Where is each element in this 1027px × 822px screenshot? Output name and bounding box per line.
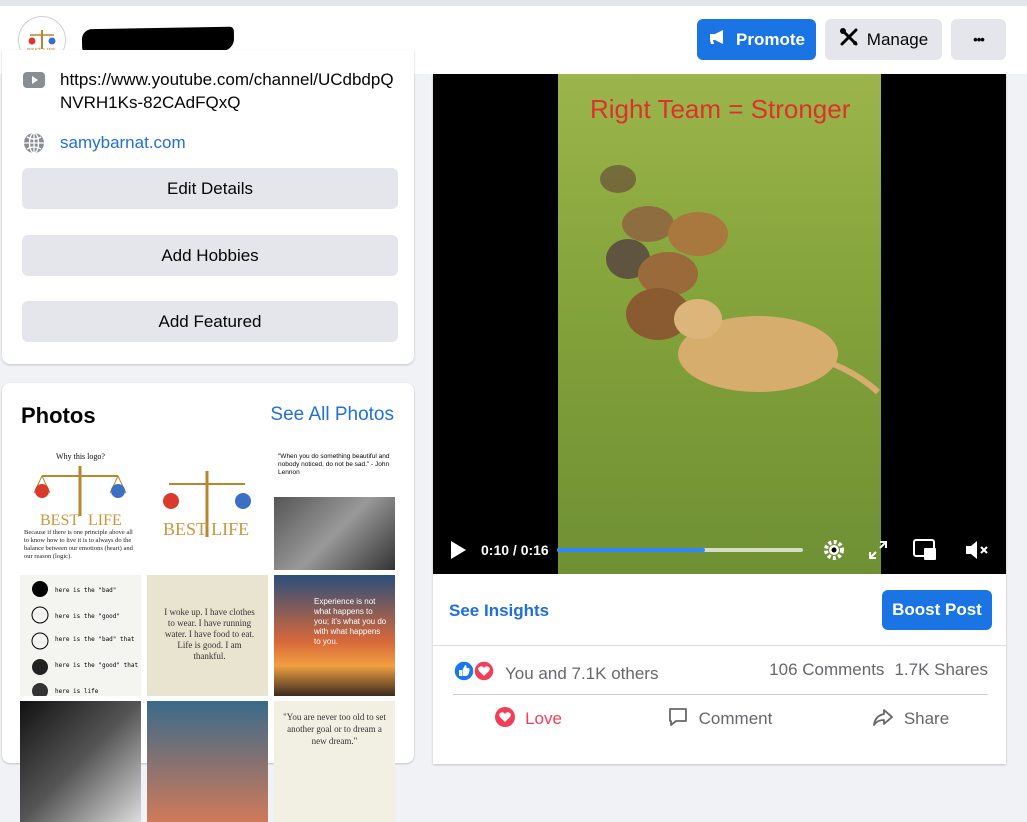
svg-text:here is the "bad" that: here is the "bad" that — [55, 636, 135, 643]
photo-thumb[interactable]: Why this logo? BEST LIFE Because if ther… — [20, 449, 141, 570]
see-insights-link[interactable]: See Insights — [449, 601, 549, 621]
thumb-caption: "When you do something beautiful and nob… — [278, 453, 390, 476]
thumb-line-text: here is the "bad" — [55, 587, 116, 594]
video-player[interactable]: Right Team = Stronger 0:10 / 0:16 — [433, 74, 1006, 574]
edit-details-button[interactable]: Edit Details — [22, 168, 398, 209]
globe-icon — [22, 131, 46, 155]
thumb-caption: I woke up. I have clothes to wear. I hav… — [164, 607, 255, 661]
comment-label: Comment — [698, 709, 773, 728]
add-hobbies-button[interactable]: Add Hobbies — [22, 235, 398, 276]
settings-gear-icon[interactable] — [822, 538, 846, 567]
video-time: 0:10 / 0:16 — [481, 542, 549, 558]
post-card: Right Team = Stronger 0:10 / 0:16 See In… — [433, 74, 1006, 764]
thumb-caption: "You are never too old to set another go… — [283, 712, 386, 746]
add-featured-button[interactable]: Add Featured — [22, 301, 398, 342]
photo-thumb[interactable]: "You are never too old to set another go… — [274, 701, 395, 822]
manage-label: Manage — [866, 29, 929, 49]
video-overlay-text: Right Team = Stronger — [590, 94, 851, 124]
more-options-button[interactable]: ••• — [951, 19, 1006, 60]
video-frame — [558, 74, 881, 574]
insights-bar: See Insights Boost Post — [433, 574, 1006, 646]
portrait-image — [274, 497, 395, 570]
thumb-caption: Why this logo? — [56, 452, 105, 461]
youtube-link-row: https://www.youtube.com/channel/UCdbdpQN… — [22, 68, 400, 114]
manage-button[interactable]: Manage — [825, 19, 942, 60]
like-love-reaction-icons — [453, 660, 497, 687]
thumb-caption: Experience is not what happens to you; i… — [314, 597, 387, 646]
share-arrow-icon — [872, 706, 894, 733]
youtube-url[interactable]: https://www.youtube.com/channel/UCdbdpQN… — [60, 68, 400, 114]
video-progress-bar[interactable] — [557, 548, 803, 552]
more-icon: ••• — [973, 32, 985, 47]
yin-yang-image: here is the "bad" here is the "good" her… — [31, 581, 138, 696]
promote-button[interactable]: Promote — [697, 19, 816, 60]
photo-thumb[interactable] — [147, 701, 268, 822]
thumb-logo-text: BEST LIFE — [163, 519, 249, 539]
svg-text:BEST: BEST — [40, 512, 79, 529]
reactions-bar: You and 7.1K others 106 Comments 1.7K Sh… — [433, 646, 1006, 694]
photo-thumb[interactable]: I woke up. I have clothes to wear. I hav… — [147, 575, 268, 696]
fullscreen-icon[interactable] — [868, 540, 888, 565]
photo-thumb[interactable] — [20, 701, 141, 822]
tools-icon — [839, 27, 859, 52]
see-all-photos-link[interactable]: See All Photos — [270, 404, 394, 426]
mute-icon[interactable] — [963, 538, 989, 567]
love-button[interactable]: Love — [433, 698, 624, 740]
youtube-icon — [22, 68, 46, 92]
website-link[interactable]: samybarnat.com — [60, 131, 186, 154]
love-label: Love — [525, 709, 562, 728]
boost-post-button[interactable]: Boost Post — [882, 590, 992, 630]
svg-text:here is the "good" that: here is the "good" that — [55, 662, 138, 669]
svg-text:LIFE: LIFE — [88, 512, 122, 529]
share-label: Share — [903, 709, 950, 728]
megaphone-icon — [708, 28, 728, 51]
website-row: samybarnat.com — [22, 131, 186, 155]
thumb-body-text: Because if there is one principle above … — [24, 529, 133, 560]
heart-icon — [495, 706, 516, 732]
post-actions: Love Comment Share — [433, 698, 1006, 740]
divider — [453, 694, 988, 695]
best-life-logo-image: BEST LIFE — [163, 471, 251, 539]
comment-button[interactable]: Comment — [624, 698, 815, 740]
svg-text:here is life: here is life — [55, 688, 99, 695]
photos-card: Photos See All Photos Why this logo? BES… — [2, 383, 414, 822]
reactions-summary[interactable]: You and 7.1K others — [453, 660, 658, 687]
photo-thumb[interactable]: here is the "bad" here is the "good" her… — [20, 575, 141, 696]
intro-card: https://www.youtube.com/channel/UCdbdpQN… — [2, 50, 414, 364]
comments-count[interactable]: 106 Comments — [769, 660, 884, 680]
video-progress-fill — [557, 548, 705, 552]
picture-in-picture-icon[interactable] — [913, 539, 937, 566]
play-icon[interactable] — [449, 540, 467, 565]
photo-thumb[interactable]: Experience is not what happens to you; i… — [274, 575, 395, 696]
svg-text:here is the "good": here is the "good" — [55, 613, 120, 620]
photo-thumb[interactable]: "When you do something beautiful and nob… — [274, 449, 395, 570]
photo-thumb[interactable]: BEST LIFE — [147, 449, 268, 570]
comment-bubble-icon — [667, 706, 689, 733]
lions-video-image — [600, 165, 881, 395]
shares-count[interactable]: 1.7K Shares — [894, 660, 988, 680]
promote-label: Promote — [736, 29, 805, 49]
reactions-text: You and 7.1K others — [505, 663, 659, 683]
photos-title: Photos — [21, 403, 96, 428]
share-button[interactable]: Share — [815, 698, 1006, 740]
